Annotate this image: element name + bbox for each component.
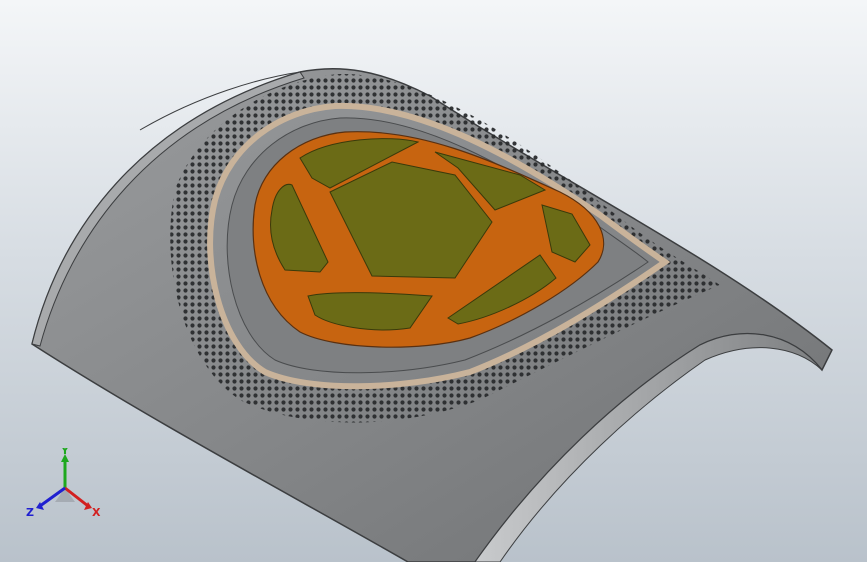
- cad-model[interactable]: [0, 0, 867, 562]
- coordinate-triad-icon[interactable]: Y X Z: [22, 448, 108, 528]
- graphics-viewport[interactable]: Y X Z: [0, 0, 867, 562]
- z-axis-label: Z: [26, 506, 34, 519]
- y-axis-label: Y: [60, 448, 70, 457]
- x-axis-label: X: [92, 506, 101, 519]
